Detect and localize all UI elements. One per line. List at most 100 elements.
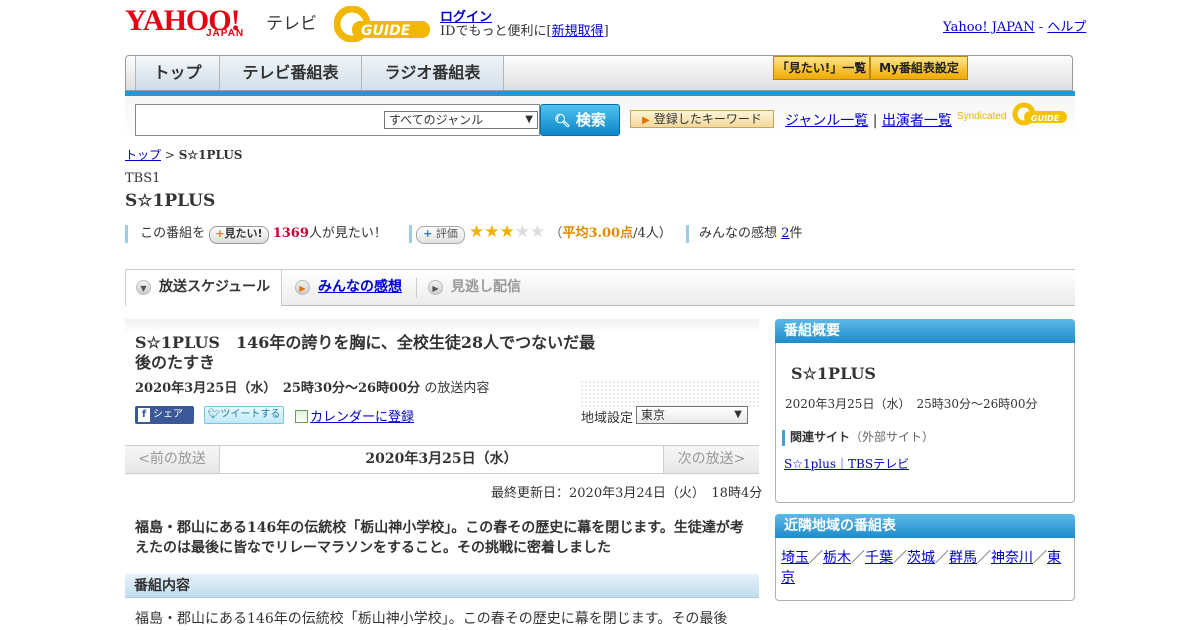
search-icon: 🔍︎	[554, 114, 571, 129]
rating-stars: ★★★★★	[469, 222, 545, 242]
directory-links: ジャンル一覧 | 出演者一覧	[785, 110, 952, 130]
facebook-share-button[interactable]: f シェア	[135, 406, 194, 424]
breadcrumb-top-link[interactable]: トップ	[125, 148, 161, 162]
calendar-icon	[295, 410, 308, 423]
rating-open: （	[549, 226, 563, 241]
tab-broadcast-schedule[interactable]: ▼ 放送スケジュール	[125, 270, 282, 306]
related-sites: 関連サイト（外部サイト）	[782, 428, 934, 446]
stat-divider	[685, 224, 689, 243]
nearby-prefecture-list: 埼玉／栃木／千葉／茨城／群馬／神奈川／東京	[781, 548, 1071, 588]
kansou-label: みんなの感想	[699, 226, 778, 241]
previous-broadcast-button[interactable]: <前の放送	[125, 446, 220, 473]
region-select[interactable]: 東京 ▼	[636, 406, 748, 424]
star-icon: ★	[469, 222, 485, 242]
overview-heading: 番組概要	[775, 319, 1075, 343]
last-updated: 最終更新日：2020年3月24日（火） 18時4分	[491, 486, 763, 501]
my-schedule-settings-button[interactable]: My番組表設定	[870, 56, 968, 80]
decorative-pattern	[580, 380, 759, 408]
tweet-button[interactable]: 🐦︎ツイートする	[204, 406, 284, 424]
next-broadcast-button[interactable]: 次の放送>	[663, 446, 759, 473]
prefecture-link[interactable]: 栃木	[823, 550, 851, 566]
genre-list-link[interactable]: ジャンル一覧	[785, 113, 868, 129]
episode-summary: 福島・郡山にある146年の伝統校「栃山神小学校」。この春その歴史に幕を閉じます。…	[135, 520, 744, 556]
kansou-suffix: 件	[789, 226, 803, 241]
genre-select-value: すべてのジャンル	[389, 113, 484, 127]
overview-title: S☆1PLUS	[791, 364, 876, 383]
region-select-value: 東京	[641, 408, 666, 422]
prefecture-separator: ／	[809, 550, 823, 566]
program-content-text: 福島・郡山にある146年の伝統校「栃山神小学校」。この春その歴史に幕を閉じます。…	[135, 611, 728, 627]
id-promo-text: IDでもっと便利に[	[440, 24, 552, 39]
mitai-button[interactable]: +見たい!	[209, 226, 269, 244]
chevron-down-icon: ▼	[525, 114, 533, 125]
prefecture-link[interactable]: 群馬	[949, 550, 977, 566]
prefecture-separator: ／	[1033, 550, 1047, 566]
directory-divider: |	[872, 113, 878, 129]
mitai-count: 1369	[272, 226, 309, 241]
yahoo-japan-link[interactable]: Yahoo! JAPAN	[943, 20, 1035, 35]
episode-date: 2020年3月25日（水） 25時30分～26時00分	[135, 381, 421, 396]
mitai-button-label: 見たい!	[224, 227, 263, 240]
tab-reviews-label[interactable]: みんなの感想	[318, 279, 402, 295]
episode-date-suffix: の放送内容	[424, 381, 490, 396]
syndicated-label: Syndicated	[957, 111, 1007, 122]
tab-reviews[interactable]: ▶ みんなの感想	[283, 270, 416, 306]
yahoo-japan-logo-text: JAPAN	[206, 28, 245, 39]
stat-prefix: この番組を	[140, 226, 206, 241]
facebook-icon: f	[138, 408, 150, 422]
tab-broadcast-schedule-label: 放送スケジュール	[159, 279, 271, 295]
mitai-list-button[interactable]: 「見たい!」一覧	[773, 56, 870, 80]
rate-button-label: 評価	[435, 227, 458, 240]
star-icon: ★	[530, 222, 546, 242]
gguide-logo[interactable]: GUIDE	[334, 6, 432, 42]
tab-catchup-label: 見逃し配信	[451, 279, 521, 295]
facebook-share-label: シェア	[153, 409, 183, 420]
id-promo-close: ]	[603, 24, 609, 39]
overview-datetime: 2020年3月25日（水） 25時30分～26時00分	[785, 397, 1038, 411]
calendar-register[interactable]: カレンダーに登録	[295, 406, 414, 425]
help-link[interactable]: ヘルプ	[1047, 20, 1086, 35]
syndicated-gguide-logo: GUIDE	[1012, 102, 1067, 126]
tab-radio-schedule[interactable]: ラジオ番組表	[362, 56, 504, 90]
play-icon: ▶	[295, 279, 310, 295]
tab-catchup[interactable]: ▶ 見逃し配信	[416, 270, 546, 306]
stat-divider	[125, 224, 128, 243]
prefecture-link[interactable]: 埼玉	[781, 550, 809, 566]
tab-tv-schedule[interactable]: テレビ番組表	[220, 56, 362, 90]
related-divider	[782, 429, 785, 446]
episode-title: S☆1PLUS 146年の誇りを胸に、全校生徒28人でつないだ最後のたすき	[135, 333, 596, 372]
rating-average: 平均3.00点	[562, 226, 634, 241]
search-button[interactable]: 🔍︎ 検索	[540, 104, 620, 136]
top-links: Yahoo! JAPAN - ヘルプ	[943, 16, 1086, 35]
current-broadcast-date: 2020年3月25日（水）	[365, 451, 518, 467]
breadcrumb-current: S☆1PLUS	[178, 148, 243, 162]
calendar-register-link[interactable]: カレンダーに登録	[310, 410, 414, 425]
stat-divider	[409, 224, 413, 243]
performer-list-link[interactable]: 出演者一覧	[882, 113, 952, 129]
prefecture-separator: ／	[935, 550, 949, 566]
registered-keyword-button[interactable]: ▶ 登録したキーワード	[630, 110, 774, 128]
svg-text:GUIDE: GUIDE	[361, 23, 411, 39]
mitai-suffix: 人が見たい！	[308, 226, 387, 241]
related-site-link[interactable]: S☆1plus｜TBSテレビ	[784, 455, 909, 472]
prefecture-separator: ／	[851, 550, 865, 566]
signup-link[interactable]: 新規取得	[552, 24, 604, 39]
top-links-dash: -	[1038, 20, 1044, 35]
prefecture-link[interactable]: 千葉	[865, 550, 893, 566]
tweet-label: ツイートする	[220, 409, 281, 420]
svg-text:GUIDE: GUIDE	[1031, 114, 1060, 123]
breadcrumb: トップ > S☆1PLUS	[125, 146, 242, 163]
prefecture-link[interactable]: 茨城	[907, 550, 935, 566]
plus-icon: +	[215, 227, 225, 240]
search-button-label: 検索	[575, 111, 606, 129]
rate-button[interactable]: + 評価	[416, 226, 465, 244]
tv-logo-label[interactable]: テレビ	[266, 9, 317, 34]
related-sub: （外部サイト）	[850, 430, 935, 444]
prefecture-link[interactable]: 神奈川	[991, 550, 1033, 566]
genre-select[interactable]: すべてのジャンル ▼	[384, 111, 538, 129]
region-label: 地域設定	[581, 411, 634, 426]
tab-top[interactable]: トップ	[135, 56, 220, 90]
prefecture-separator: ／	[977, 550, 991, 566]
related-label: 関連サイト	[790, 430, 851, 444]
breadcrumb-separator: >	[164, 148, 175, 162]
